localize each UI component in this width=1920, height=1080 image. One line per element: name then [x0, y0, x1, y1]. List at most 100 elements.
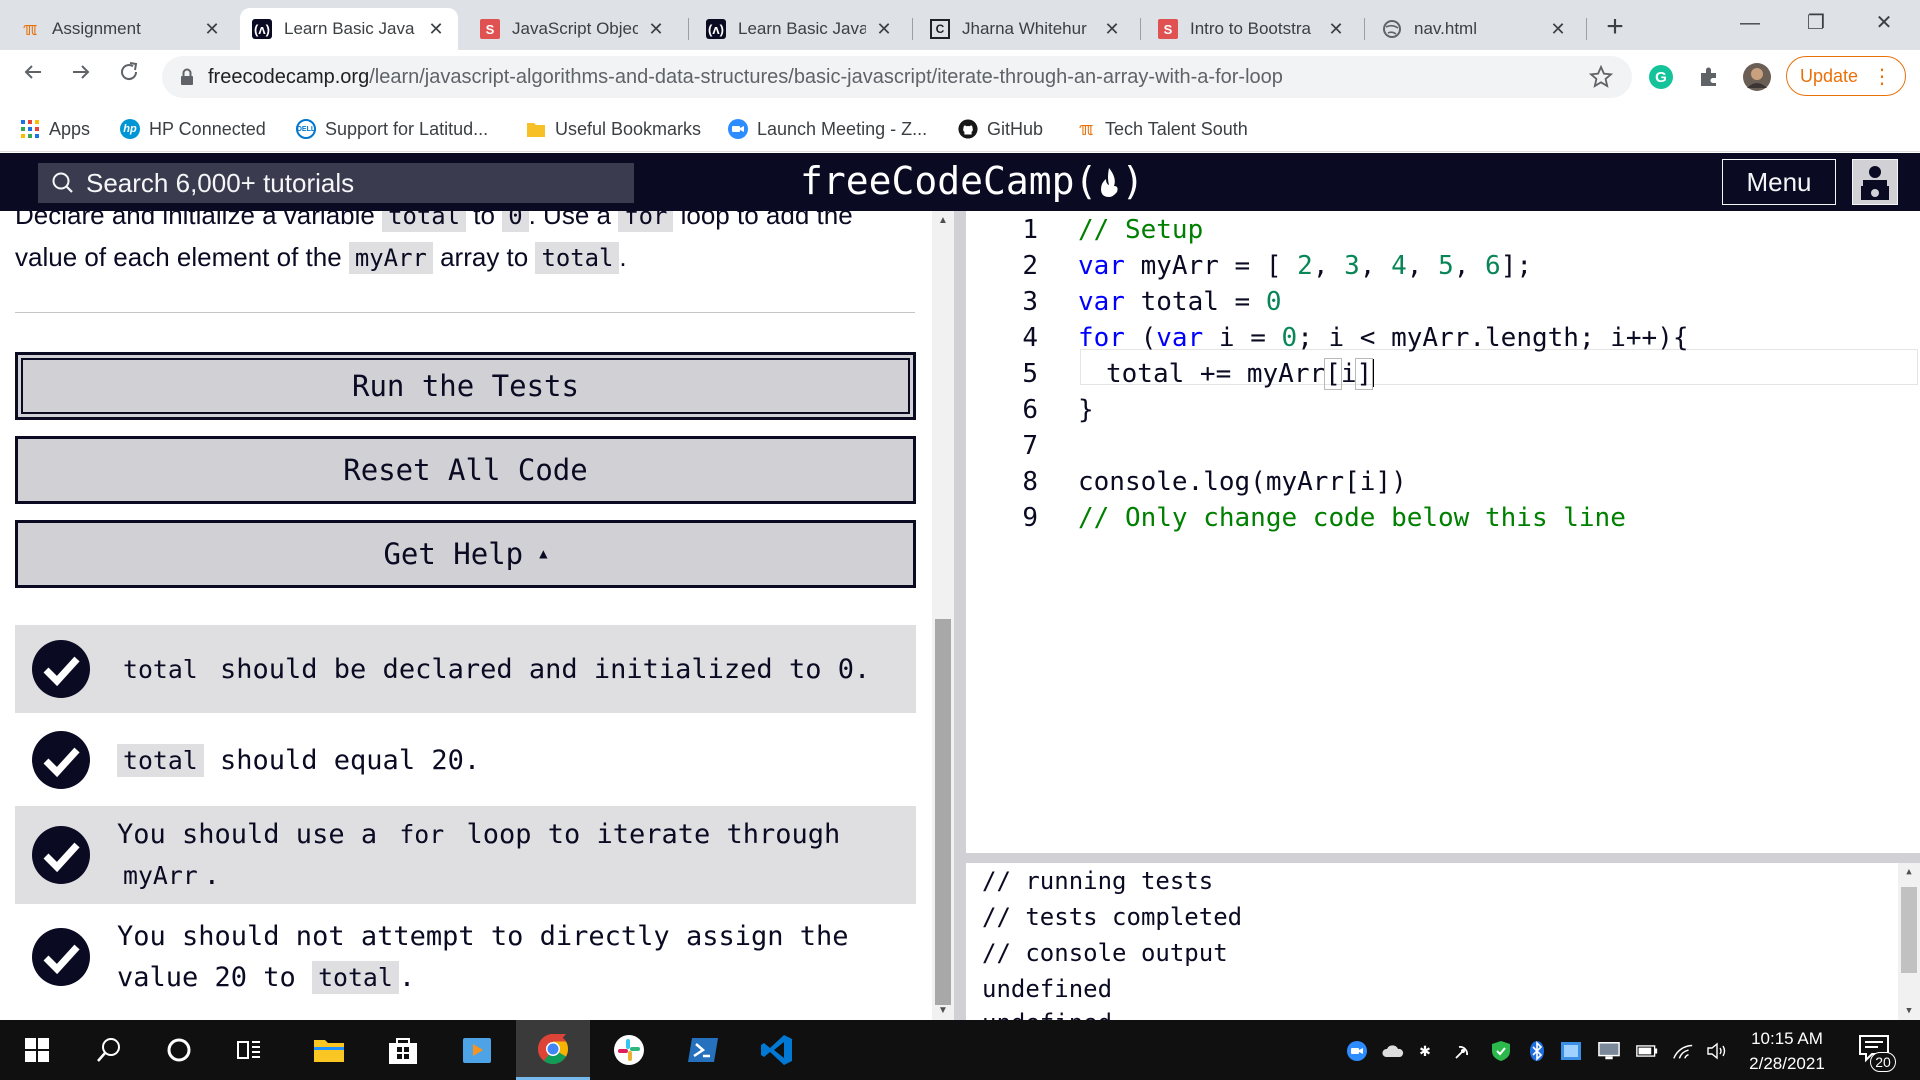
bookmark-support-latitude[interactable]: DELL Support for Latitud... [296, 116, 488, 142]
scroll-up-icon[interactable]: ▲ [932, 215, 954, 226]
arrow-right-icon [73, 65, 90, 79]
bookmark-useful-bookmarks[interactable]: Useful Bookmarks [526, 116, 701, 142]
system-clock[interactable]: 10:15 AM 2/28/2021 [1728, 1026, 1846, 1076]
close-icon[interactable]: ✕ [1548, 19, 1568, 40]
inline-code: total [535, 242, 620, 274]
bookmark-apps[interactable]: Apps [20, 116, 90, 142]
tab-separator [1140, 18, 1141, 40]
code-line-8: console.log(myArr[i]) [1078, 467, 1407, 497]
close-window-button[interactable]: ✕ [1854, 6, 1914, 40]
cortana-button[interactable] [142, 1020, 216, 1080]
bluetooth-icon[interactable] [1526, 1040, 1548, 1062]
file-explorer-button[interactable] [292, 1020, 366, 1080]
check-circle-icon [32, 928, 90, 986]
instruction-text: array to [432, 242, 536, 272]
close-icon[interactable]: ✕ [1102, 19, 1122, 40]
code-token: 0 [1281, 323, 1298, 353]
run-tests-button[interactable]: Run the Tests [15, 352, 916, 420]
store-button[interactable] [366, 1020, 440, 1080]
tab-assignment[interactable]: ℼ Assignment ✕ [8, 8, 234, 50]
matching-bracket: [ [1324, 358, 1342, 390]
tab-learn-basic-java[interactable]: (ʌ) Learn Basic Java ✕ [694, 8, 906, 50]
s-favicon-icon: S [480, 19, 500, 39]
bookmark-launch-meeting[interactable]: Launch Meeting - Z... [728, 116, 927, 142]
bookmark-star-icon[interactable] [1586, 62, 1616, 92]
tab-separator [688, 18, 689, 40]
minimize-button[interactable]: — [1720, 6, 1780, 40]
volume-icon[interactable] [1706, 1040, 1728, 1062]
tab-intro-to-bootstrap[interactable]: S Intro to Bootstra ✕ [1146, 8, 1358, 50]
code-token: total += myArr [1106, 359, 1326, 389]
back-button[interactable] [16, 60, 50, 94]
tab-learn-basic-java-active[interactable]: (ʌ) Learn Basic Java ✕ [240, 8, 458, 50]
scrollbar-thumb[interactable] [935, 619, 951, 1005]
scroll-up-icon[interactable]: ▲ [1898, 867, 1920, 877]
wifi-icon[interactable] [1672, 1040, 1694, 1062]
security-shield-icon[interactable] [1490, 1040, 1512, 1062]
grammarly-extension-icon[interactable]: G [1646, 62, 1676, 92]
vscode-taskbar-button[interactable] [740, 1020, 814, 1080]
clock-date: 2/28/2021 [1749, 1054, 1825, 1073]
media-player-button[interactable] [440, 1020, 514, 1080]
tab-title: Assignment [52, 19, 141, 38]
search-input[interactable]: Search 6,000+ tutorials [38, 163, 634, 203]
restore-button[interactable]: ❐ [1786, 6, 1846, 40]
close-icon[interactable]: ✕ [1326, 19, 1346, 40]
tab-javascript-objects[interactable]: S JavaScript Objec ✕ [468, 8, 678, 50]
store-bag-icon [389, 1038, 417, 1064]
tab-jharna-whitehurst[interactable]: C Jharna Whitehur ✕ [918, 8, 1134, 50]
instructions-scrollbar[interactable]: ▲ ▼ [932, 211, 954, 1020]
zoom-tray-icon[interactable] [1346, 1040, 1368, 1062]
freecodecamp-logo[interactable]: freeCodeCamp() [800, 159, 1144, 203]
address-bar[interactable]: freecodecamp.org/learn/javascript-algori… [162, 56, 1632, 98]
code-editor[interactable]: 1 2 3 4 5 6 7 8 9 // Setup var myArr = [… [966, 211, 1920, 853]
bookmark-tech-talent-south[interactable]: ℼ Tech Talent South [1076, 116, 1248, 142]
satellite-tray-icon[interactable] [1452, 1040, 1474, 1062]
instruction-text: Declare and initialize a variable [15, 211, 383, 230]
tab-title: JavaScript Objec [512, 19, 638, 38]
chrome-taskbar-button[interactable] [516, 1020, 590, 1080]
app-tray-icon[interactable] [1560, 1040, 1582, 1062]
console-scrollbar[interactable]: ▲ ▼ [1898, 863, 1920, 1020]
profile-avatar[interactable] [1742, 62, 1772, 92]
scrollbar-thumb[interactable] [1901, 887, 1917, 973]
line-number: 4 [1022, 323, 1038, 353]
close-icon[interactable]: ✕ [874, 19, 894, 40]
editor-console-splitter[interactable] [966, 853, 1920, 863]
notification-center-button[interactable]: 20 [1852, 1030, 1896, 1074]
powershell-taskbar-button[interactable] [666, 1020, 740, 1080]
challenge-instructions: Declare and initialize a variable total … [15, 211, 915, 279]
bookmark-hp-connected[interactable]: hp HP Connected [120, 116, 266, 142]
get-help-button[interactable]: Get Help ▲ [15, 520, 916, 588]
reset-code-button[interactable]: Reset All Code [15, 436, 916, 504]
close-icon[interactable]: ✕ [426, 19, 446, 40]
scroll-down-icon[interactable]: ▼ [932, 1005, 954, 1016]
menu-button[interactable]: Menu [1722, 159, 1836, 205]
extensions-puzzle-icon[interactable] [1694, 62, 1724, 92]
pane-splitter[interactable] [954, 211, 966, 1020]
reset-code-label: Reset All Code [343, 453, 588, 487]
forward-button[interactable] [64, 60, 98, 94]
bookmark-label: Apps [49, 118, 91, 139]
update-button[interactable]: Update ⋮ [1786, 56, 1906, 96]
reload-button[interactable] [112, 60, 146, 94]
section-divider [15, 312, 915, 313]
slack-taskbar-button[interactable] [592, 1020, 666, 1080]
battery-icon[interactable] [1636, 1040, 1658, 1062]
display-tray-icon[interactable] [1598, 1040, 1620, 1062]
scroll-down-icon[interactable]: ▼ [1898, 1006, 1920, 1016]
tab-nav-html[interactable]: nav.html ✕ [1370, 8, 1580, 50]
close-icon[interactable]: ✕ [646, 19, 666, 40]
console-line: // tests completed [982, 903, 1243, 931]
user-avatar[interactable] [1852, 159, 1898, 205]
new-tab-button[interactable]: + [1598, 10, 1632, 44]
slack-tray-icon[interactable]: ✱ [1414, 1040, 1436, 1062]
code-token: ]; [1500, 251, 1532, 281]
chrome-icon [537, 1033, 569, 1064]
taskbar-search-button[interactable] [72, 1020, 146, 1080]
bookmark-github[interactable]: GitHub [958, 116, 1043, 142]
task-view-button[interactable] [212, 1020, 286, 1080]
onedrive-tray-icon[interactable] [1382, 1040, 1404, 1062]
close-icon[interactable]: ✕ [202, 19, 222, 40]
start-button[interactable] [0, 1020, 74, 1080]
